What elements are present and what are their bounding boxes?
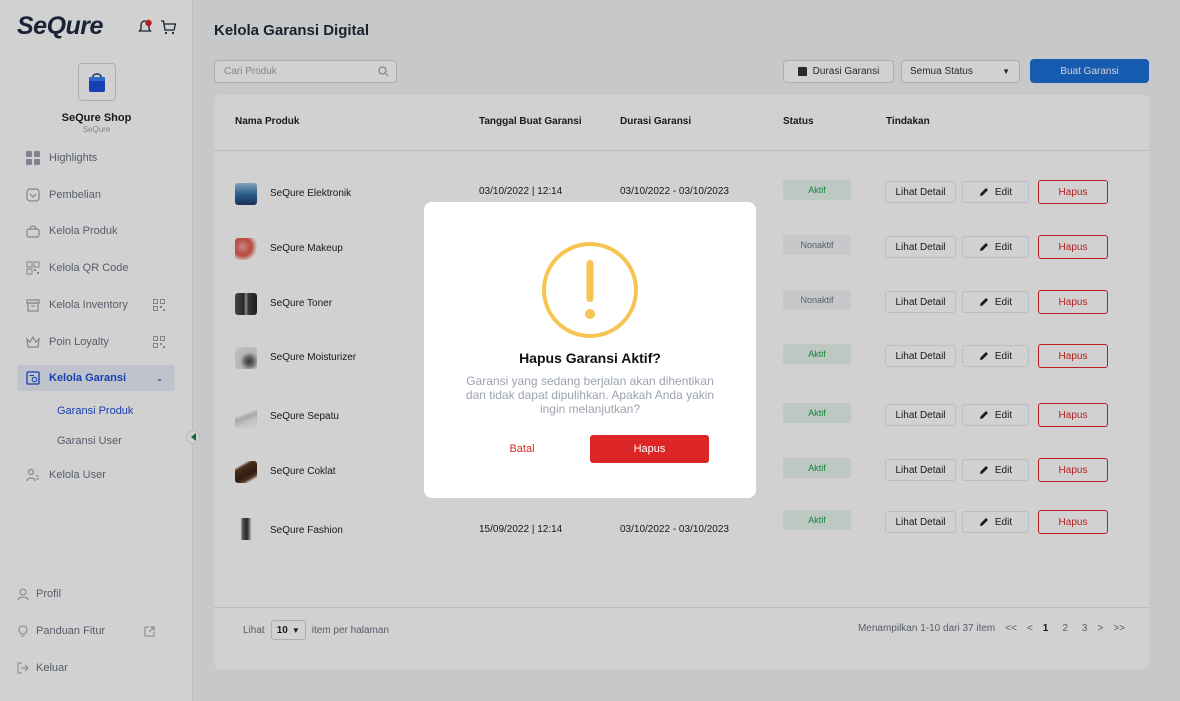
dialog-message: Garansi yang sedang berjalan akan dihent… [465, 374, 715, 416]
warning-icon [542, 242, 638, 338]
cancel-button[interactable]: Batal [494, 435, 550, 463]
delete-confirm-dialog: Hapus Garansi Aktif? Garansi yang sedang… [424, 202, 756, 498]
dialog-title: Hapus Garansi Aktif? [519, 350, 661, 366]
confirm-delete-button[interactable]: Hapus [590, 435, 709, 463]
